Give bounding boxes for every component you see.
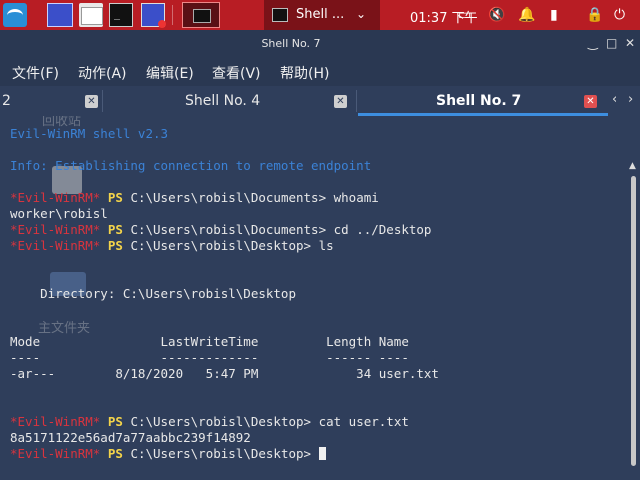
info-line: Info: Establishing connection to remote … xyxy=(10,158,372,173)
terminal-window-icon xyxy=(272,8,288,22)
lock-icon[interactable]: 🔒 xyxy=(586,7,603,23)
prompt-line: *Evil-WinRM* PS C:\Users\robisl\Desktop>… xyxy=(10,414,409,430)
menubar: 文件(F) 动作(A) 编辑(E) 查看(V) 帮助(H) xyxy=(0,58,640,86)
table-row: -ar--- 8/18/2020 5:47 PM 34 user.txt xyxy=(10,366,439,381)
tab-shell-7[interactable]: Shell No. 7 ✕ xyxy=(358,86,608,116)
taskbar-label: Shell ... xyxy=(296,7,345,22)
ps-label: PS xyxy=(107,414,123,429)
prompt-tag: *Evil-WinRM* xyxy=(10,222,101,237)
command-text: C:\Users\robisl\Desktop> ls xyxy=(130,238,334,253)
prompt-line: *Evil-WinRM* PS C:\Users\robisl\Desktop>… xyxy=(10,238,334,254)
tab-label: Shell No. 4 xyxy=(185,93,261,109)
notification-bell-icon[interactable]: 🔔 xyxy=(518,7,535,23)
power-icon[interactable]: ⏻ xyxy=(614,7,625,23)
menu-file[interactable]: 文件(F) xyxy=(12,63,59,83)
menu-action[interactable]: 动作(A) xyxy=(78,63,127,83)
browser-icon[interactable] xyxy=(141,3,166,28)
tab-close-icon[interactable]: ✕ xyxy=(334,95,347,108)
file-manager-icon[interactable] xyxy=(79,3,103,27)
prompt-tag: *Evil-WinRM* xyxy=(10,446,101,461)
table-separator: ---- ------------- ------ ---- xyxy=(10,350,409,365)
command-text: C:\Users\robisl\Documents> cd ../Desktop xyxy=(130,222,432,237)
ps-label: PS xyxy=(107,238,123,253)
menu-view[interactable]: 查看(V) xyxy=(212,63,261,83)
tab-shell-4[interactable]: Shell No. 4 ✕ xyxy=(104,86,354,116)
prompt-line: *Evil-WinRM* PS C:\Users\robisl\Document… xyxy=(10,222,431,238)
volume-icon[interactable]: 🔇 xyxy=(488,7,505,23)
tab-label: Shell No. 7 xyxy=(436,93,522,109)
prompt-tag: *Evil-WinRM* xyxy=(10,190,101,205)
tab-bar: 2 ✕ Shell No. 4 ✕ Shell No. 7 ✕ ‹ › xyxy=(0,86,640,116)
minimize-icon[interactable]: ‿ xyxy=(588,36,598,50)
menu-help[interactable]: 帮助(H) xyxy=(280,63,329,83)
table-header: Mode LastWriteTime Length Name xyxy=(10,334,409,349)
clipboard-icon[interactable]: ▭ xyxy=(458,7,471,23)
window-titlebar[interactable]: Shell No. 7 ‿ □ ✕ xyxy=(0,30,640,58)
tab-shell-2[interactable]: 2 ✕ xyxy=(0,86,100,116)
vertical-scrollbar[interactable]: ▲ xyxy=(628,116,640,480)
kali-menu-icon[interactable] xyxy=(3,3,27,27)
command-text: C:\Users\robisl\Desktop> cat user.txt xyxy=(130,414,409,429)
output-line: 8a5171122e56ad7a77aabbc239f14892 xyxy=(10,430,251,445)
command-text: C:\Users\robisl\Desktop> xyxy=(130,446,319,461)
show-desktop-icon[interactable] xyxy=(47,3,73,27)
scroll-up-icon[interactable]: ▲ xyxy=(629,161,636,171)
output-line: worker\robisl xyxy=(10,206,108,221)
banner-line: Evil-WinRM shell v2.3 xyxy=(10,126,169,141)
ps-label: PS xyxy=(107,446,123,461)
terminal-output[interactable]: 回收站 主文件夹 Evil-WinRM shell v2.3 Info: Est… xyxy=(0,116,628,480)
directory-header: Directory: C:\Users\robisl\Desktop xyxy=(10,286,296,301)
tab-divider xyxy=(102,90,103,112)
tab-scroll-left-icon[interactable]: ‹ xyxy=(612,92,617,107)
menu-edit[interactable]: 编辑(E) xyxy=(146,63,194,83)
ps-label: PS xyxy=(107,190,123,205)
command-text: C:\Users\robisl\Documents> whoami xyxy=(130,190,379,205)
workspace-switcher[interactable] xyxy=(182,2,220,28)
maximize-icon[interactable]: □ xyxy=(606,36,617,50)
close-icon[interactable]: ✕ xyxy=(625,36,635,50)
top-panel: Shell ... ⌄ 01:37 下午 ▭ 🔇 🔔 ▮ 🔒 ⏻ xyxy=(0,0,640,30)
prompt-line: *Evil-WinRM* PS C:\Users\robisl\Document… xyxy=(10,190,379,206)
chevron-down-icon[interactable]: ⌄ xyxy=(356,7,366,21)
scroll-thumb[interactable] xyxy=(631,176,636,466)
terminal-icon[interactable] xyxy=(109,3,133,27)
panel-separator xyxy=(172,5,173,25)
battery-icon[interactable]: ▮ xyxy=(550,7,558,23)
tab-close-icon[interactable]: ✕ xyxy=(85,95,98,108)
text-cursor xyxy=(318,447,326,460)
prompt-tag: *Evil-WinRM* xyxy=(10,238,101,253)
prompt-tag: *Evil-WinRM* xyxy=(10,414,101,429)
tab-scroll-right-icon[interactable]: › xyxy=(628,92,633,107)
tab-label: 2 xyxy=(2,93,11,109)
tab-close-icon[interactable]: ✕ xyxy=(584,95,597,108)
ps-label: PS xyxy=(107,222,123,237)
active-prompt-line[interactable]: *Evil-WinRM* PS C:\Users\robisl\Desktop> xyxy=(10,446,326,462)
window-title: Shell No. 7 xyxy=(261,37,321,50)
tab-divider xyxy=(356,90,357,112)
